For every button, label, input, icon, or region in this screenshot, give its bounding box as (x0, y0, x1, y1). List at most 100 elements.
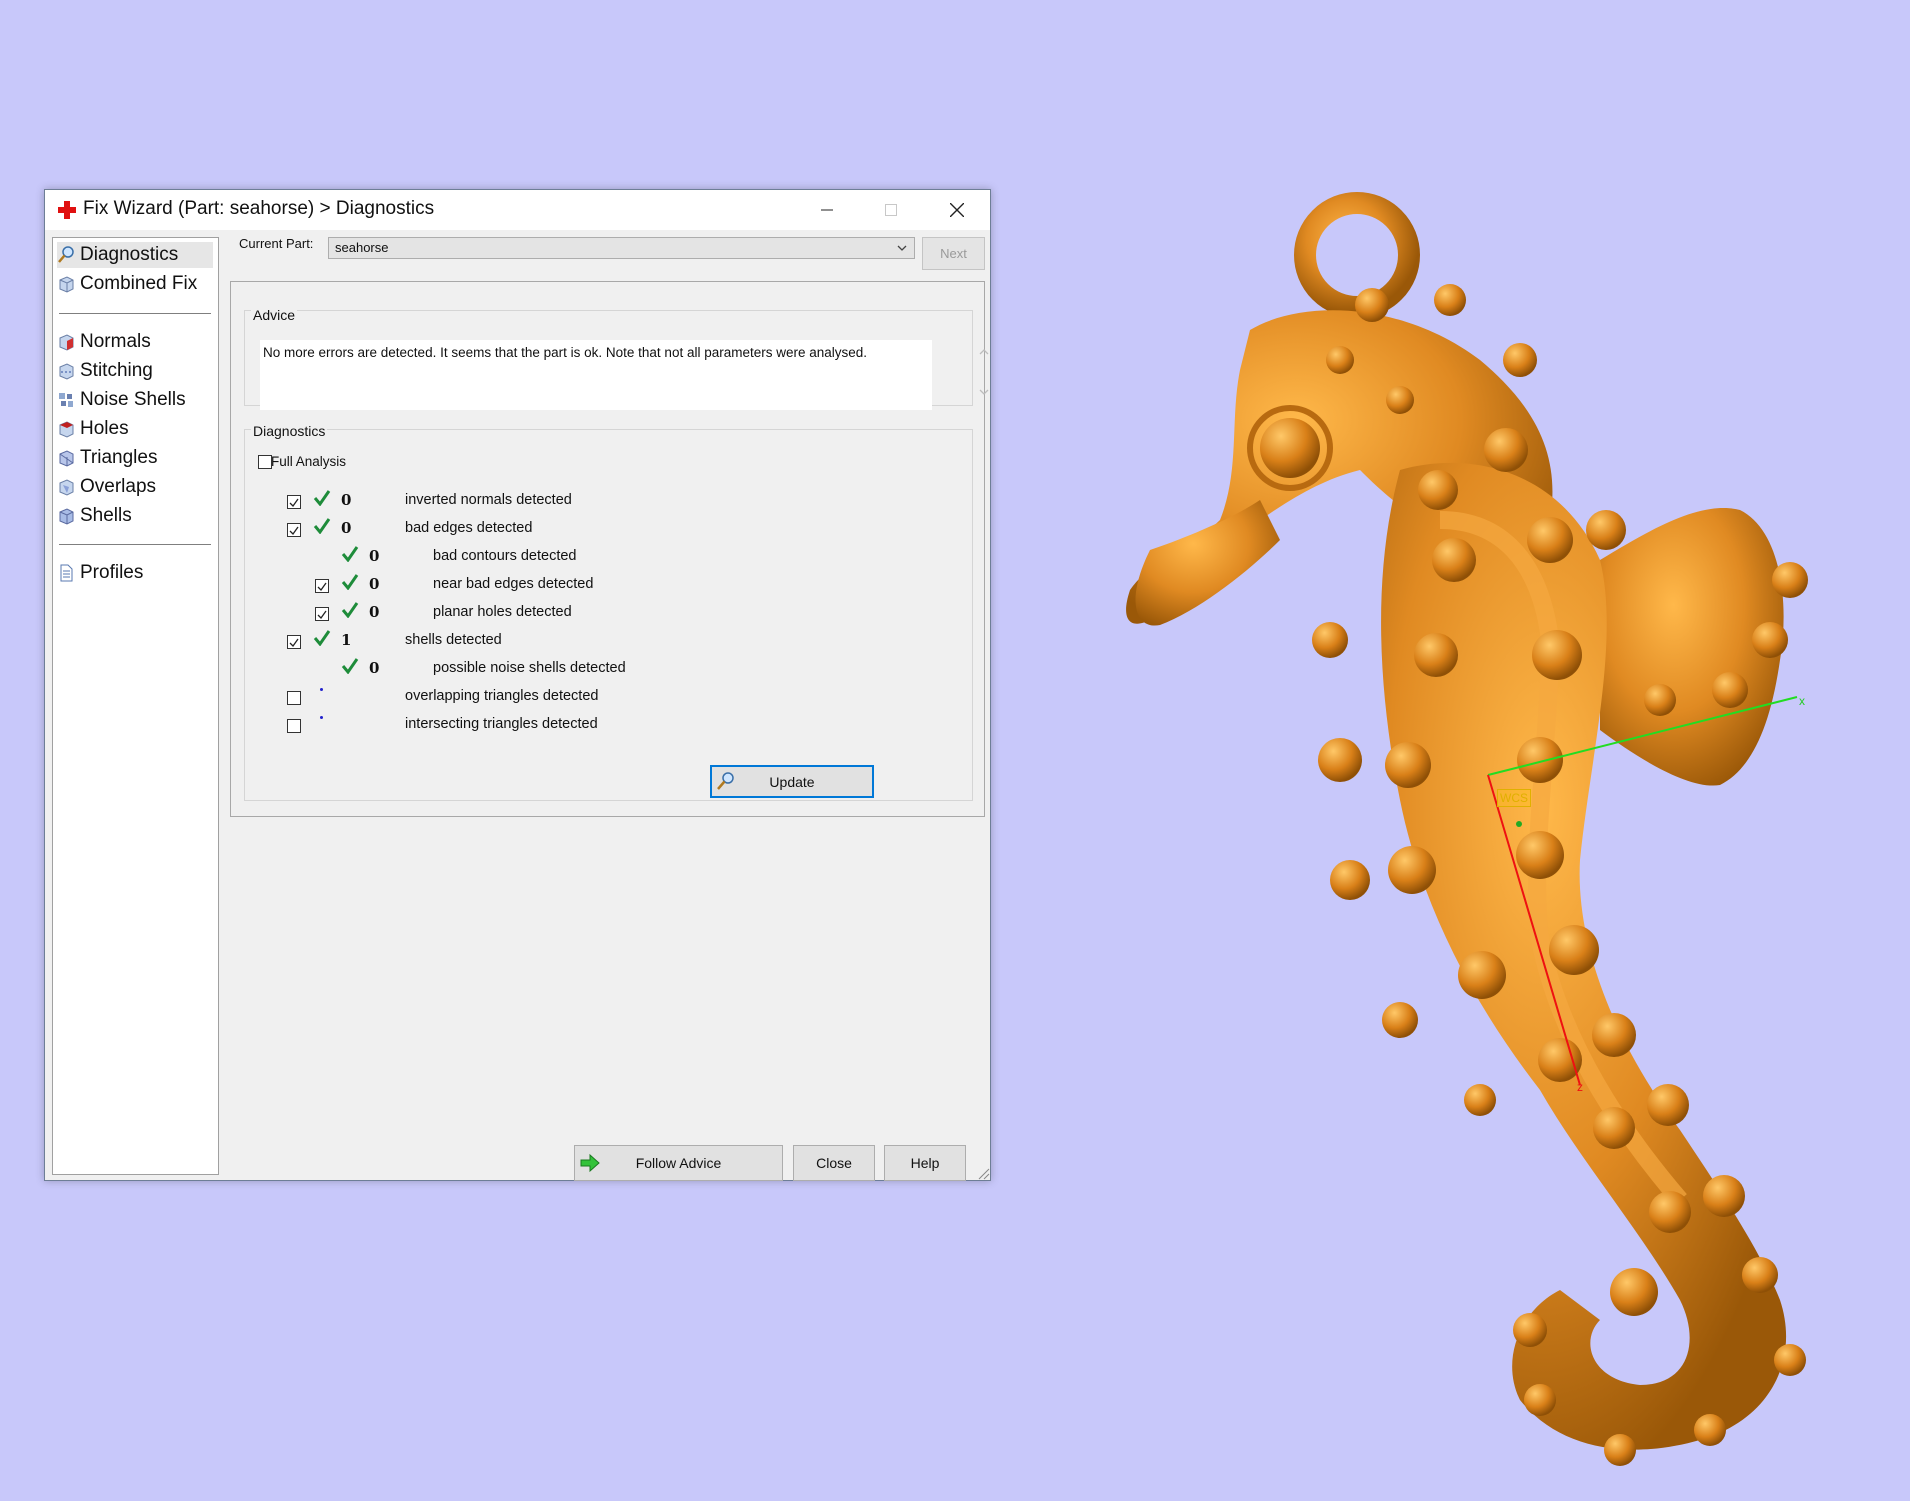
nav-separator (59, 313, 211, 314)
advice-scrollbar[interactable] (974, 340, 994, 402)
intersecting-triangles-label: intersecting triangles detected (405, 716, 598, 732)
shells-count: 1 (341, 631, 352, 649)
inverted-normals-checkbox[interactable] (287, 495, 301, 509)
not-run-dot-icon (320, 716, 323, 719)
bad-contours-label: bad contours detected (433, 548, 577, 564)
stitching-cube-icon (59, 363, 74, 380)
triangles-cube-icon (59, 450, 74, 467)
nav-label-noise-shells: Noise Shells (80, 389, 186, 410)
minimize-button[interactable] (795, 190, 859, 230)
nav-label-shells: Shells (80, 505, 132, 526)
near-bad-edges-count: 0 (369, 575, 380, 593)
fix-wizard-dialog: Fix Wizard (Part: seahorse) > Diagnostic… (44, 189, 991, 1181)
minimize-icon (821, 209, 833, 211)
ok-tick-icon (341, 546, 359, 562)
next-button[interactable]: Next (922, 237, 985, 270)
current-part-select[interactable]: seahorse (328, 237, 915, 259)
nav-item-noise-shells[interactable]: Noise Shells (57, 387, 213, 413)
wizard-nav: Diagnostics Combined Fix Normals Stitchi… (52, 237, 219, 1175)
near-bad-edges-checkbox[interactable] (315, 579, 329, 593)
holes-cube-icon (59, 421, 74, 438)
current-part-value: seahorse (335, 240, 389, 255)
full-analysis-checkbox[interactable] (258, 455, 272, 469)
diagnostics-label: Diagnostics (251, 423, 328, 439)
ok-tick-icon (341, 602, 359, 618)
noise-shells-label: possible noise shells detected (433, 660, 626, 676)
inverted-normals-count: 0 (341, 491, 352, 509)
ok-tick-icon (313, 630, 331, 646)
bad-edges-checkbox[interactable] (287, 523, 301, 537)
window-title: Fix Wizard (Part: seahorse) > Diagnostic… (83, 198, 435, 219)
bad-edges-count: 0 (341, 519, 352, 537)
maximize-icon (885, 204, 897, 216)
nav-item-overlaps[interactable]: Overlaps (57, 474, 213, 500)
title-bar[interactable]: Fix Wizard (Part: seahorse) > Diagnostic… (45, 190, 990, 230)
near-bad-edges-label: near bad edges detected (433, 576, 594, 592)
nav-item-combined-fix[interactable]: Combined Fix (57, 271, 213, 297)
axis-x-label: x (1799, 694, 1805, 708)
shells-checkbox[interactable] (287, 635, 301, 649)
bad-contours-count: 0 (369, 547, 380, 565)
chevron-down-icon (897, 245, 907, 251)
nav-item-stitching[interactable]: Stitching (57, 358, 213, 384)
ok-tick-icon (341, 658, 359, 674)
help-button[interactable]: Help (884, 1145, 966, 1181)
nav-item-triangles[interactable]: Triangles (57, 445, 213, 471)
nav-item-diagnostics[interactable]: Diagnostics (57, 242, 213, 268)
overlapping-triangles-label: overlapping triangles detected (405, 688, 599, 704)
update-button-label: Update (769, 773, 815, 790)
nav-label-holes: Holes (80, 418, 129, 439)
ok-tick-icon (341, 574, 359, 590)
nav-label-stitching: Stitching (80, 360, 153, 381)
nav-label-overlaps: Overlaps (80, 476, 157, 497)
overlapping-triangles-checkbox[interactable] (287, 691, 301, 705)
planar-holes-count: 0 (369, 603, 380, 621)
shells-cube-icon (59, 508, 74, 525)
nav-item-profiles[interactable]: Profiles (57, 560, 213, 586)
planar-holes-label: planar holes detected (433, 604, 572, 620)
nav-label-normals: Normals (80, 331, 151, 352)
bad-edges-label: bad edges detected (405, 520, 533, 536)
inverted-normals-label: inverted normals detected (405, 492, 572, 508)
document-icon (60, 564, 73, 582)
resize-grip-icon[interactable] (976, 1166, 990, 1180)
checkmark-icon (289, 526, 299, 536)
nav-separator (59, 544, 211, 545)
nav-item-holes[interactable]: Holes (57, 416, 213, 442)
checkmark-icon (317, 582, 327, 592)
checkmark-icon (289, 638, 299, 648)
intersecting-triangles-checkbox[interactable] (287, 719, 301, 733)
nav-label-combined-fix: Combined Fix (80, 273, 198, 294)
follow-advice-label: Follow Advice (635, 1155, 722, 1171)
nav-item-normals[interactable]: Normals (57, 329, 213, 355)
noise-shells-count: 0 (369, 659, 380, 677)
update-button[interactable]: Update (710, 765, 874, 798)
red-cross-icon (58, 201, 76, 219)
nav-label-triangles: Triangles (80, 447, 158, 468)
shells-label: shells detected (405, 632, 502, 648)
wcs-label: WCS (1497, 789, 1531, 807)
cube-icon (59, 276, 74, 293)
nav-item-shells[interactable]: Shells (57, 503, 213, 529)
advice-text: No more errors are detected. It seems th… (260, 340, 932, 410)
checkmark-icon (317, 610, 327, 620)
nav-label-profiles: Profiles (80, 562, 144, 583)
close-icon (950, 203, 964, 217)
planar-holes-checkbox[interactable] (315, 607, 329, 621)
close-window-button[interactable] (925, 190, 989, 230)
current-part-label: Current Part: (239, 236, 314, 251)
magnifier-icon (717, 772, 734, 790)
normals-cube-icon (59, 334, 74, 351)
advice-label: Advice (251, 307, 298, 323)
maximize-button[interactable] (859, 190, 923, 230)
noise-shells-icon (59, 393, 73, 407)
nav-label-diagnostics: Diagnostics (80, 244, 179, 265)
ok-tick-icon (313, 490, 331, 506)
close-button[interactable]: Close (793, 1145, 875, 1181)
ok-tick-icon (313, 518, 331, 534)
follow-advice-button[interactable]: Follow Advice (574, 1145, 783, 1181)
checkmark-icon (289, 498, 299, 508)
magnifier-icon (58, 246, 74, 263)
full-analysis-label: Full Analysis (271, 454, 347, 469)
overlaps-cube-icon (59, 479, 74, 496)
